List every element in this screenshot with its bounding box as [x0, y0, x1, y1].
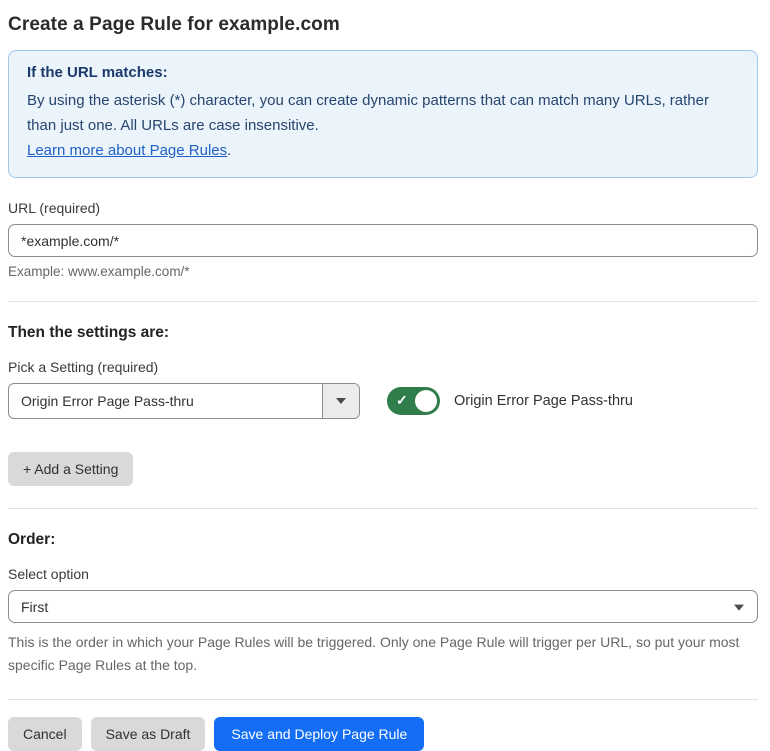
- order-select-label: Select option: [8, 566, 89, 582]
- footer-actions: Cancel Save as Draft Save and Deploy Pag…: [8, 717, 758, 751]
- url-example-helper: Example: www.example.com/*: [8, 264, 190, 279]
- order-select[interactable]: First: [8, 590, 758, 623]
- page-title: Create a Page Rule for example.com: [8, 14, 340, 35]
- link-period: .: [227, 142, 232, 159]
- setting-select[interactable]: Origin Error Page Pass-thru: [8, 383, 360, 419]
- add-setting-button[interactable]: + Add a Setting: [8, 452, 134, 486]
- check-icon: ✓: [396, 392, 408, 409]
- learn-more-link[interactable]: Learn more about Page Rules: [27, 142, 227, 159]
- order-helper-text: This is the order in which your Page Rul…: [8, 634, 740, 673]
- pick-setting-label: Pick a Setting (required): [8, 359, 159, 375]
- divider: [8, 699, 758, 700]
- callout-heading: If the URL matches:: [27, 64, 168, 81]
- setting-select-caret-segment[interactable]: [322, 384, 359, 418]
- url-match-info-callout: If the URL matches: By using the asteris…: [8, 50, 758, 178]
- settings-section-heading: Then the settings are:: [8, 324, 170, 341]
- order-section-heading: Order:: [8, 531, 56, 548]
- url-input[interactable]: [8, 224, 758, 257]
- toggle-knob: [415, 390, 437, 412]
- setting-row: Origin Error Page Pass-thru ✓ Origin Err…: [8, 383, 758, 419]
- save-as-draft-button[interactable]: Save as Draft: [90, 717, 206, 751]
- save-and-deploy-button[interactable]: Save and Deploy Page Rule: [214, 717, 425, 751]
- page-rule-form: Create a Page Rule for example.com If th…: [0, 0, 770, 751]
- setting-select-value: Origin Error Page Pass-thru: [21, 393, 194, 409]
- divider: [8, 508, 758, 509]
- chevron-down-icon: [734, 604, 744, 611]
- order-select-value: First: [21, 598, 49, 615]
- chevron-down-icon: [336, 398, 346, 404]
- divider: [8, 301, 758, 302]
- cancel-button[interactable]: Cancel: [8, 717, 82, 751]
- url-field-label: URL (required): [8, 200, 101, 216]
- setting-toggle-label: Origin Error Page Pass-thru: [454, 393, 633, 409]
- callout-body: By using the asterisk (*) character, you…: [27, 92, 709, 134]
- setting-toggle[interactable]: ✓: [387, 387, 440, 415]
